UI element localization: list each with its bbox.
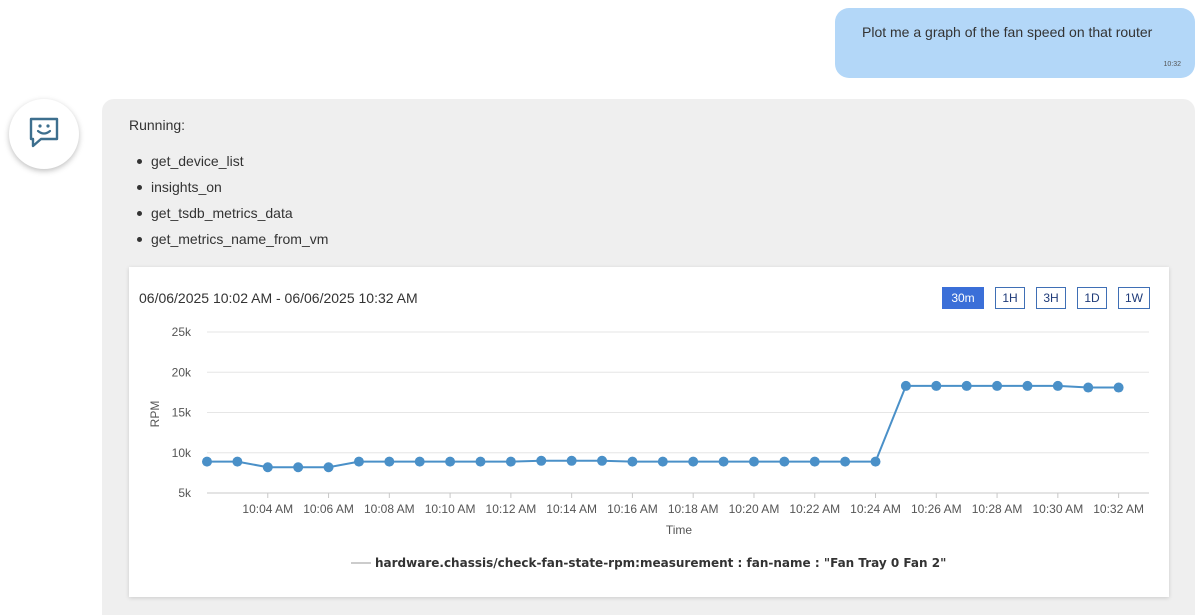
- data-point: [1052, 380, 1063, 391]
- data-point: [384, 456, 395, 467]
- data-point: [505, 456, 516, 467]
- series-line: [207, 384, 1119, 469]
- user-message-bubble: Plot me a graph of the fan speed on that…: [835, 8, 1195, 78]
- tool-item: get_metrics_name_from_vm: [135, 229, 328, 255]
- x-tick-label: 10:12 AM: [486, 502, 537, 516]
- x-tick-label: 10:28 AM: [972, 502, 1023, 516]
- chart-card: 06/06/2025 10:02 AM - 06/06/2025 10:32 A…: [129, 267, 1169, 597]
- user-message-time: 10:32: [1163, 61, 1181, 68]
- y-tick-label: 20k: [172, 365, 192, 379]
- data-point: [870, 456, 881, 467]
- chart-legend[interactable]: hardware.chassis/check-fan-state-rpm:mea…: [351, 556, 946, 570]
- data-point: [232, 456, 243, 467]
- y-axis-title: RPM: [148, 401, 162, 428]
- running-label: Running:: [129, 117, 186, 133]
- x-tick-label: 10:14 AM: [546, 502, 597, 516]
- x-tick-label: 10:16 AM: [607, 502, 658, 516]
- chart-series: [202, 380, 1124, 473]
- y-tick-label: 25k: [172, 325, 192, 339]
- data-point: [748, 456, 759, 467]
- y-tick-label: 10k: [172, 446, 192, 460]
- data-point: [323, 462, 334, 473]
- data-point: [627, 456, 638, 467]
- legend-label[interactable]: hardware.chassis/check-fan-state-rpm:mea…: [375, 556, 946, 570]
- x-tick-label: 10:32 AM: [1093, 502, 1144, 516]
- chat-bot-icon: [26, 114, 62, 155]
- tool-item: get_device_list: [135, 151, 328, 177]
- data-point: [900, 380, 911, 391]
- user-message-text: Plot me a graph of the fan speed on that…: [862, 24, 1153, 40]
- x-tick-label: 10:20 AM: [729, 502, 780, 516]
- data-point: [566, 455, 577, 466]
- data-point: [202, 456, 212, 467]
- fan-speed-chart: 5k10k15k20k25k 10:04 AM 10:06 AM 10:08 AM 1…: [148, 325, 1149, 570]
- data-point: [931, 380, 942, 391]
- data-point: [293, 462, 304, 473]
- tool-list: get_device_list insights_on get_tsdb_met…: [135, 151, 328, 255]
- data-point: [688, 456, 699, 467]
- x-tick-label: 10:26 AM: [911, 502, 962, 516]
- chart-gridlines: [207, 331, 1149, 494]
- tool-item: get_tsdb_metrics_data: [135, 203, 328, 229]
- data-point: [992, 380, 1003, 391]
- x-tick-label: 10:08 AM: [364, 502, 415, 516]
- data-point: [475, 456, 486, 467]
- data-point: [1113, 382, 1124, 393]
- data-point: [353, 456, 364, 467]
- data-point: [536, 455, 547, 466]
- data-point: [414, 456, 425, 467]
- x-tick-label: 10:22 AM: [789, 502, 840, 516]
- data-point: [1083, 382, 1094, 393]
- x-tick-label: 10:10 AM: [425, 502, 476, 516]
- data-point: [961, 380, 972, 391]
- data-point: [840, 456, 851, 467]
- assistant-message-panel: Running: get_device_list insights_on get…: [102, 99, 1195, 615]
- x-tick-label: 10:18 AM: [668, 502, 719, 516]
- y-axis: 5k 10k 15k 20k 25k: [172, 325, 192, 500]
- y-tick-label: 15k: [172, 406, 192, 420]
- data-point: [262, 462, 273, 473]
- x-tick-label: 10:06 AM: [303, 502, 354, 516]
- x-tick-label: 10:04 AM: [242, 502, 293, 516]
- data-point: [657, 456, 668, 467]
- data-point: [597, 455, 608, 466]
- x-axis: 10:04 AM 10:06 AM 10:08 AM 10:10 AM 10:12 AM…: [242, 493, 1144, 516]
- tool-item: insights_on: [135, 177, 328, 203]
- data-point: [1022, 380, 1033, 391]
- assistant-avatar: [9, 99, 79, 169]
- x-axis-title: Time: [666, 523, 693, 537]
- data-point: [445, 456, 456, 467]
- data-point: [779, 456, 790, 467]
- y-tick-label: 5k: [178, 486, 192, 500]
- x-tick-label: 10:30 AM: [1032, 502, 1083, 516]
- data-point: [718, 456, 729, 467]
- x-tick-label: 10:24 AM: [850, 502, 901, 516]
- data-point: [809, 456, 820, 467]
